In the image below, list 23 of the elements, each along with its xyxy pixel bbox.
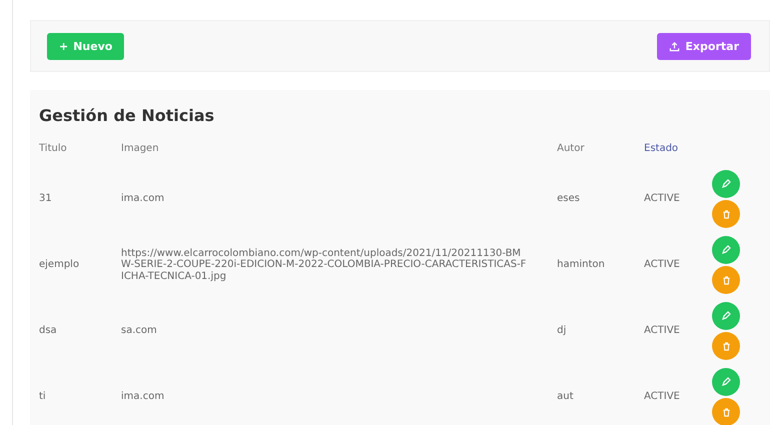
- table-cell: ACTIVE: [644, 298, 712, 364]
- table-cell-text: 31: [39, 192, 53, 206]
- new-button[interactable]: + Nuevo: [47, 32, 124, 60]
- column-header[interactable]: Autor: [557, 143, 644, 166]
- table-cell-text: https://www.elcarrocolombiano.com/wp-content/uploads/2021/11/20211130-BMW-SERIE-2-COUPE-220i-EDICION-M-2022-COLOMBIA-PRECIO-CARACTERISTICAS-FICHA-TECNICA-01.jpg: [121, 246, 528, 284]
- table-cell-text: sa.com: [121, 324, 158, 338]
- column-header[interactable]: Titulo: [39, 143, 121, 166]
- column-header[interactable]: Estado: [644, 143, 712, 166]
- table-cell: ACTIVE: [644, 232, 712, 298]
- panel-title: Gestión de Noticias: [39, 106, 216, 125]
- table-cell: haminton: [557, 232, 644, 298]
- table-cell: ACTIVE: [644, 166, 712, 232]
- table-cell-text: ti: [39, 390, 47, 404]
- table-cell-text: dsa: [39, 324, 58, 338]
- table-cell-text: ima.com: [121, 390, 166, 404]
- table-cell: ACTIVE: [644, 364, 712, 425]
- export-button[interactable]: Exportar: [657, 32, 751, 60]
- table-cell: aut: [557, 364, 644, 425]
- table-cell: dj: [557, 298, 644, 364]
- table-cell: eses: [557, 166, 644, 232]
- table-cell-text: ima.com: [121, 192, 166, 206]
- table-cell: ejemplo: [39, 232, 121, 298]
- column-header[interactable]: Imagen: [121, 143, 557, 166]
